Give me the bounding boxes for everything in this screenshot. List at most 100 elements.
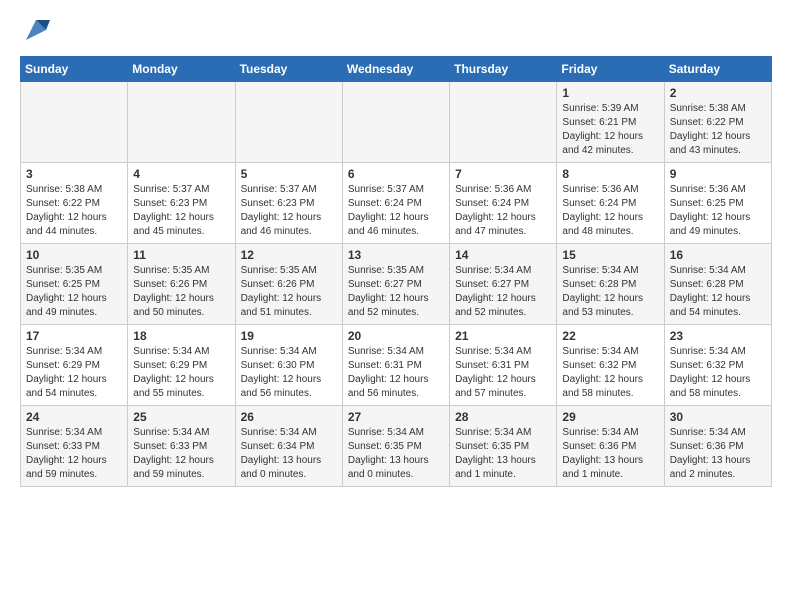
calendar-cell xyxy=(450,82,557,163)
calendar-cell xyxy=(128,82,235,163)
day-number: 1 xyxy=(562,86,658,100)
day-number: 21 xyxy=(455,329,551,343)
day-number: 20 xyxy=(348,329,444,343)
day-number: 23 xyxy=(670,329,766,343)
day-number: 30 xyxy=(670,410,766,424)
day-info: Sunrise: 5:38 AM Sunset: 6:22 PM Dayligh… xyxy=(26,183,122,239)
week-row-4: 17 Sunrise: 5:34 AM Sunset: 6:29 PM Dayli… xyxy=(21,325,772,406)
weekday-header-wednesday: Wednesday xyxy=(342,57,449,82)
page: SundayMondayTuesdayWednesdayThursdayFrid… xyxy=(0,0,792,503)
calendar-cell: 4 Sunrise: 5:37 AM Sunset: 6:23 PM Daylig… xyxy=(128,163,235,244)
calendar-cell: 9Sunrise: 5:36 AM Sunset: 6:25 PM Daylig… xyxy=(664,163,771,244)
day-info: Sunrise: 5:34 AM Sunset: 6:33 PM Dayligh… xyxy=(133,426,229,482)
calendar-cell: 5 Sunrise: 5:37 AM Sunset: 6:23 PM Daylig… xyxy=(235,163,342,244)
day-number: 2 xyxy=(670,86,766,100)
day-info: Sunrise: 5:34 AM Sunset: 6:29 PM Dayligh… xyxy=(26,345,122,401)
day-info: Sunrise: 5:34 AM Sunset: 6:31 PM Dayligh… xyxy=(348,345,444,401)
day-number: 27 xyxy=(348,410,444,424)
logo xyxy=(20,16,50,44)
day-number: 19 xyxy=(241,329,337,343)
weekday-header-sunday: Sunday xyxy=(21,57,128,82)
calendar-cell: 12Sunrise: 5:35 AM Sunset: 6:26 PM Dayli… xyxy=(235,244,342,325)
calendar-cell: 20 Sunrise: 5:34 AM Sunset: 6:31 PM Dayli… xyxy=(342,325,449,406)
calendar-cell: 3Sunrise: 5:38 AM Sunset: 6:22 PM Daylig… xyxy=(21,163,128,244)
calendar-cell: 22 Sunrise: 5:34 AM Sunset: 6:32 PM Dayli… xyxy=(557,325,664,406)
calendar-cell: 30 Sunrise: 5:34 AM Sunset: 6:36 PM Dayli… xyxy=(664,406,771,487)
day-info: Sunrise: 5:34 AM Sunset: 6:29 PM Dayligh… xyxy=(133,345,229,401)
day-info: Sunrise: 5:34 AM Sunset: 6:33 PM Dayligh… xyxy=(26,426,122,482)
day-number: 16 xyxy=(670,248,766,262)
day-info: Sunrise: 5:34 AM Sunset: 6:30 PM Dayligh… xyxy=(241,345,337,401)
week-row-5: 24 Sunrise: 5:34 AM Sunset: 6:33 PM Dayli… xyxy=(21,406,772,487)
calendar-cell: 6 Sunrise: 5:37 AM Sunset: 6:24 PM Daylig… xyxy=(342,163,449,244)
day-info: Sunrise: 5:35 AM Sunset: 6:26 PM Dayligh… xyxy=(133,264,229,320)
day-number: 5 xyxy=(241,167,337,181)
calendar-cell xyxy=(235,82,342,163)
calendar-cell: 19 Sunrise: 5:34 AM Sunset: 6:30 PM Dayli… xyxy=(235,325,342,406)
day-number: 4 xyxy=(133,167,229,181)
day-number: 24 xyxy=(26,410,122,424)
day-number: 6 xyxy=(348,167,444,181)
day-number: 15 xyxy=(562,248,658,262)
calendar-cell: 1 Sunrise: 5:39 AM Sunset: 6:21 PM Daylig… xyxy=(557,82,664,163)
day-info: Sunrise: 5:34 AM Sunset: 6:35 PM Dayligh… xyxy=(348,426,444,482)
calendar-cell: 15 Sunrise: 5:34 AM Sunset: 6:28 PM Dayli… xyxy=(557,244,664,325)
calendar-cell: 18 Sunrise: 5:34 AM Sunset: 6:29 PM Dayli… xyxy=(128,325,235,406)
calendar-cell: 2 Sunrise: 5:38 AM Sunset: 6:22 PM Daylig… xyxy=(664,82,771,163)
calendar-cell: 17 Sunrise: 5:34 AM Sunset: 6:29 PM Dayli… xyxy=(21,325,128,406)
day-info: Sunrise: 5:34 AM Sunset: 6:35 PM Dayligh… xyxy=(455,426,551,482)
day-number: 14 xyxy=(455,248,551,262)
day-number: 7 xyxy=(455,167,551,181)
day-number: 18 xyxy=(133,329,229,343)
day-number: 11 xyxy=(133,248,229,262)
day-info: Sunrise: 5:35 AM Sunset: 6:27 PM Dayligh… xyxy=(348,264,444,320)
calendar-cell: 29 Sunrise: 5:34 AM Sunset: 6:36 PM Dayli… xyxy=(557,406,664,487)
day-info: Sunrise: 5:34 AM Sunset: 6:32 PM Dayligh… xyxy=(562,345,658,401)
day-info: Sunrise: 5:37 AM Sunset: 6:23 PM Dayligh… xyxy=(133,183,229,239)
day-info: Sunrise: 5:37 AM Sunset: 6:24 PM Dayligh… xyxy=(348,183,444,239)
day-info: Sunrise: 5:34 AM Sunset: 6:36 PM Dayligh… xyxy=(562,426,658,482)
day-info: Sunrise: 5:36 AM Sunset: 6:24 PM Dayligh… xyxy=(455,183,551,239)
day-number: 17 xyxy=(26,329,122,343)
calendar-cell xyxy=(342,82,449,163)
day-info: Sunrise: 5:34 AM Sunset: 6:34 PM Dayligh… xyxy=(241,426,337,482)
calendar-cell: 16 Sunrise: 5:34 AM Sunset: 6:28 PM Dayli… xyxy=(664,244,771,325)
calendar-cell: 21 Sunrise: 5:34 AM Sunset: 6:31 PM Dayli… xyxy=(450,325,557,406)
calendar-cell: 23 Sunrise: 5:34 AM Sunset: 6:32 PM Dayli… xyxy=(664,325,771,406)
day-number: 29 xyxy=(562,410,658,424)
day-info: Sunrise: 5:34 AM Sunset: 6:31 PM Dayligh… xyxy=(455,345,551,401)
day-info: Sunrise: 5:36 AM Sunset: 6:24 PM Dayligh… xyxy=(562,183,658,239)
day-info: Sunrise: 5:37 AM Sunset: 6:23 PM Dayligh… xyxy=(241,183,337,239)
day-info: Sunrise: 5:35 AM Sunset: 6:25 PM Dayligh… xyxy=(26,264,122,320)
day-number: 10 xyxy=(26,248,122,262)
calendar-cell: 8 Sunrise: 5:36 AM Sunset: 6:24 PM Daylig… xyxy=(557,163,664,244)
calendar-table: SundayMondayTuesdayWednesdayThursdayFrid… xyxy=(20,56,772,487)
day-number: 9 xyxy=(670,167,766,181)
week-row-1: 1 Sunrise: 5:39 AM Sunset: 6:21 PM Daylig… xyxy=(21,82,772,163)
calendar-cell: 14 Sunrise: 5:34 AM Sunset: 6:27 PM Dayli… xyxy=(450,244,557,325)
day-number: 12 xyxy=(241,248,337,262)
day-number: 8 xyxy=(562,167,658,181)
day-number: 22 xyxy=(562,329,658,343)
calendar-cell: 28 Sunrise: 5:34 AM Sunset: 6:35 PM Dayli… xyxy=(450,406,557,487)
calendar-cell: 24 Sunrise: 5:34 AM Sunset: 6:33 PM Dayli… xyxy=(21,406,128,487)
calendar-cell: 26Sunrise: 5:34 AM Sunset: 6:34 PM Dayli… xyxy=(235,406,342,487)
calendar-cell: 10 Sunrise: 5:35 AM Sunset: 6:25 PM Dayli… xyxy=(21,244,128,325)
calendar-cell: 27 Sunrise: 5:34 AM Sunset: 6:35 PM Dayli… xyxy=(342,406,449,487)
day-info: Sunrise: 5:38 AM Sunset: 6:22 PM Dayligh… xyxy=(670,102,766,158)
weekday-header-friday: Friday xyxy=(557,57,664,82)
day-info: Sunrise: 5:34 AM Sunset: 6:32 PM Dayligh… xyxy=(670,345,766,401)
day-info: Sunrise: 5:34 AM Sunset: 6:36 PM Dayligh… xyxy=(670,426,766,482)
weekday-header-monday: Monday xyxy=(128,57,235,82)
day-info: Sunrise: 5:34 AM Sunset: 6:28 PM Dayligh… xyxy=(670,264,766,320)
calendar-cell: 25Sunrise: 5:34 AM Sunset: 6:33 PM Dayli… xyxy=(128,406,235,487)
day-info: Sunrise: 5:34 AM Sunset: 6:27 PM Dayligh… xyxy=(455,264,551,320)
day-info: Sunrise: 5:39 AM Sunset: 6:21 PM Dayligh… xyxy=(562,102,658,158)
day-number: 13 xyxy=(348,248,444,262)
header xyxy=(20,16,772,44)
day-number: 28 xyxy=(455,410,551,424)
weekday-header-saturday: Saturday xyxy=(664,57,771,82)
week-row-3: 10 Sunrise: 5:35 AM Sunset: 6:25 PM Dayli… xyxy=(21,244,772,325)
week-row-2: 3Sunrise: 5:38 AM Sunset: 6:22 PM Daylig… xyxy=(21,163,772,244)
day-info: Sunrise: 5:34 AM Sunset: 6:28 PM Dayligh… xyxy=(562,264,658,320)
